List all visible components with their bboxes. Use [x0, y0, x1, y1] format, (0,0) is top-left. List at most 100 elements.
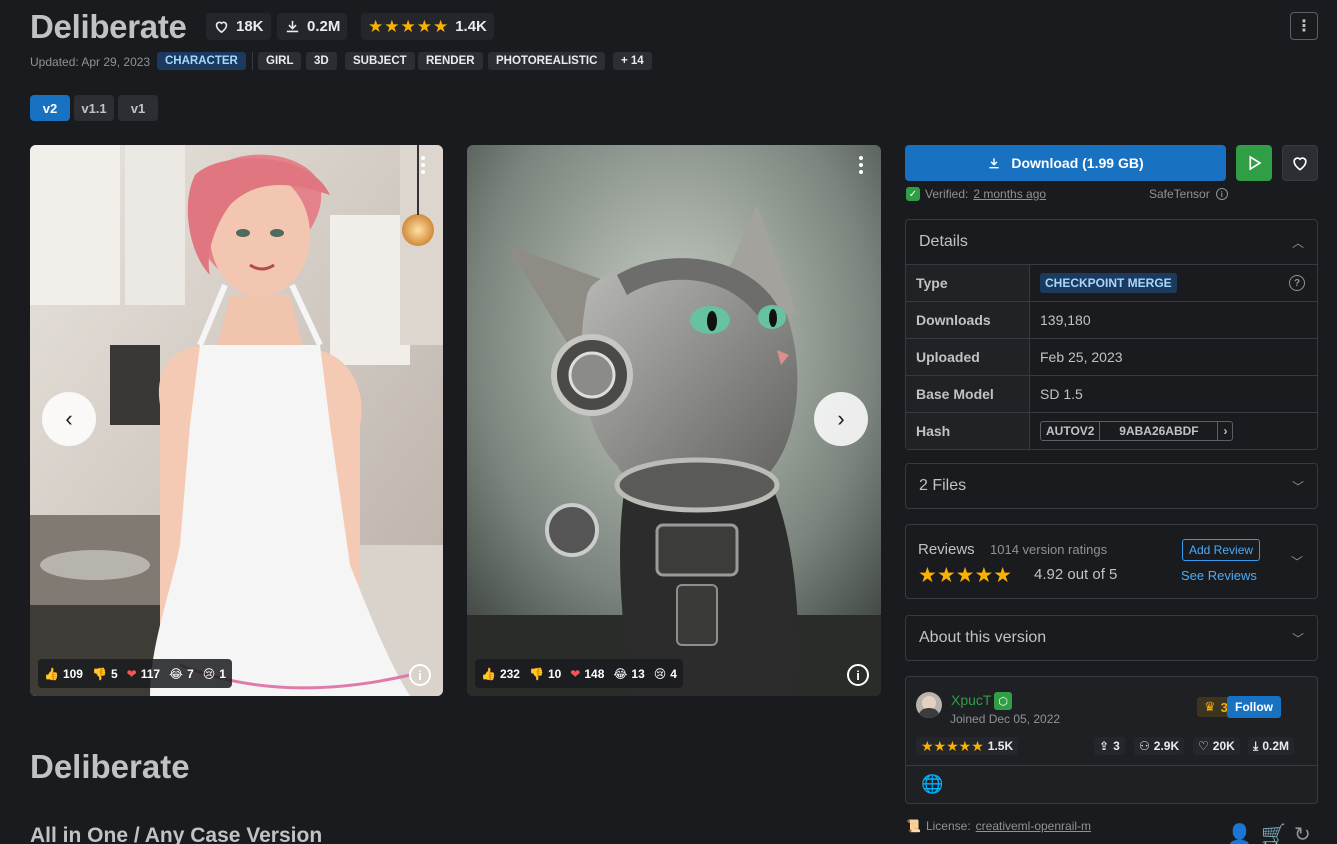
detail-row-base-model: Base Model SD 1.5 — [906, 375, 1317, 412]
next-image-button[interactable]: › — [814, 392, 868, 446]
image-card[interactable]: ‹ 👍 109 👎 5 ❤ 117 😂 7 😢 1 i — [30, 145, 443, 696]
creator-panel: XpucT ⬡ Joined Dec 05, 2022 ♛31 Follow ★… — [905, 676, 1318, 804]
heart-icon: ♡ — [1198, 739, 1209, 753]
scroll-icon: 📜 — [906, 819, 921, 833]
user-check-icon: 👤 — [1227, 824, 1252, 844]
dislike-reaction[interactable]: 👎 5 — [92, 667, 118, 681]
detail-row-type: Type CHECKPOINT MERGE ? — [906, 264, 1317, 301]
cry-reaction[interactable]: 😢 4 — [654, 667, 677, 681]
tag-divider — [252, 52, 253, 70]
image-menu-button[interactable] — [851, 153, 871, 177]
creator-downloads: ⤓ 0.2M — [1248, 737, 1294, 755]
crown-icon: ♛ — [1204, 699, 1216, 714]
detail-row-downloads: Downloads 139,180 — [906, 301, 1317, 338]
run-button[interactable] — [1236, 145, 1272, 181]
description-title: Deliberate — [30, 748, 190, 785]
description-subtitle: All in One / Any Case Version — [30, 824, 323, 844]
creator-uploads: ⇪ 3 — [1094, 737, 1125, 755]
thumbs-up-icon: 👍 — [44, 666, 59, 681]
laugh-reaction[interactable]: 😂 13 — [613, 667, 644, 681]
help-icon[interactable]: ? — [1289, 275, 1305, 291]
cry-reaction[interactable]: 😢 1 — [203, 667, 226, 681]
chevron-right-icon[interactable]: › — [1218, 422, 1232, 440]
more-options-button[interactable]: ⋮ — [1290, 12, 1318, 40]
reviews-score: 4.92 out of 5 — [1034, 566, 1118, 583]
heart-icon — [1293, 157, 1307, 171]
details-header[interactable]: Details ︿ — [906, 220, 1317, 264]
downloads-stat: 0.2M — [277, 13, 348, 40]
files-panel[interactable]: 2 Files ﹀ — [905, 463, 1318, 509]
add-review-button[interactable]: Add Review — [1182, 539, 1261, 561]
details-panel: Details ︿ Type CHECKPOINT MERGE ? Downlo… — [905, 219, 1318, 450]
star-rating-icon: ★★★★★ — [921, 737, 984, 754]
see-reviews-link[interactable]: See Reviews — [1181, 568, 1257, 583]
files-header[interactable]: 2 Files ﹀ — [906, 464, 1317, 508]
chevron-up-icon: ︿ — [1291, 235, 1304, 250]
download-icon — [989, 158, 1000, 169]
cry-icon: 😢 — [653, 666, 667, 681]
heart-icon: ❤ — [126, 666, 137, 681]
hash-value[interactable]: 9ABA26ABDF — [1100, 422, 1219, 440]
reviews-count: 1014 version ratings — [990, 542, 1108, 557]
play-icon — [1249, 155, 1262, 171]
download-button[interactable]: Download (1.99 GB) — [905, 145, 1226, 181]
heart-reaction[interactable]: ❤ 148 — [570, 667, 604, 681]
reviews-panel: Reviews 1014 version ratings ★★★★★ 4.92 … — [905, 524, 1318, 599]
creator-name[interactable]: XpucT — [951, 692, 991, 708]
updated-date: Updated: Apr 29, 2023 — [30, 55, 151, 69]
license-info: 📜 License: creativeml-openrail-m — [906, 819, 1092, 833]
tag[interactable]: PHOTOREALISTIC — [488, 52, 606, 70]
like-reaction[interactable]: 👍 232 — [481, 667, 520, 681]
laugh-icon: 😂 — [613, 666, 628, 681]
hash-type[interactable]: AUTOV2 — [1041, 422, 1101, 440]
detail-row-hash: Hash AUTOV2 9ABA26ABDF › — [906, 412, 1317, 449]
chevron-left-icon: ‹ — [65, 406, 73, 431]
image-menu-button[interactable] — [413, 153, 433, 177]
info-icon[interactable]: i — [1215, 188, 1228, 200]
tag-category[interactable]: CHARACTER — [157, 52, 246, 70]
like-reaction[interactable]: 👍 109 — [44, 667, 83, 681]
globe-icon[interactable]: 🌐 — [921, 774, 943, 795]
likes-stat[interactable]: 18K — [206, 13, 271, 40]
shield-check-icon: ✓ — [906, 187, 920, 201]
dislike-reaction[interactable]: 👎 10 — [529, 667, 561, 681]
download-icon — [286, 20, 299, 33]
tag[interactable]: RENDER — [418, 52, 483, 70]
creator-followers: ⚇ 2.9K — [1134, 737, 1185, 755]
verified-date-link[interactable]: 2 months ago — [973, 187, 1046, 201]
more-tags-button[interactable]: + 14 — [613, 52, 652, 70]
about-panel[interactable]: About this version ﹀ — [905, 615, 1318, 661]
version-tab-v1[interactable]: v1 — [118, 95, 158, 121]
tag[interactable]: GIRL — [258, 52, 302, 70]
thumbs-up-icon: 👍 — [481, 666, 496, 681]
image-info-icon[interactable]: i — [409, 664, 431, 686]
tag[interactable]: SUBJECT — [345, 52, 415, 70]
rating-count: 1.4K — [455, 18, 487, 35]
thumbs-down-icon: 👎 — [528, 666, 544, 681]
image-card[interactable]: › 👍 232 👎 10 ❤ 148 😂 13 😢 4 i — [467, 145, 881, 696]
rating-stat[interactable]: ★★★★★ 1.4K — [361, 13, 494, 40]
no-selling-icon: 🛒 — [1261, 824, 1286, 844]
users-icon: ⚇ — [1139, 739, 1150, 753]
laugh-reaction[interactable]: 😂 7 — [169, 667, 194, 681]
chevron-down-icon: ﹀ — [1291, 479, 1304, 494]
chevron-down-icon[interactable]: ﹀ — [1291, 553, 1303, 570]
favorite-button[interactable] — [1282, 145, 1318, 181]
avatar[interactable] — [916, 692, 942, 718]
model-title: Deliberate — [30, 8, 187, 45]
license-link[interactable]: creativeml-openrail-m — [976, 819, 1091, 833]
image-info-icon[interactable]: i — [847, 664, 869, 686]
creator-likes: ♡ 20K — [1193, 737, 1240, 755]
version-tab-v1-1[interactable]: v1.1 — [74, 95, 114, 121]
verified-status: ✓ Verified: 2 months ago — [906, 187, 1046, 201]
hash-selector[interactable]: AUTOV2 9ABA26ABDF › — [1040, 421, 1234, 441]
tag[interactable]: 3D — [306, 52, 337, 70]
heart-reaction[interactable]: ❤ 117 — [127, 667, 160, 681]
about-header[interactable]: About this version ﹀ — [906, 616, 1317, 660]
creator-divider — [906, 765, 1317, 766]
prev-image-button[interactable]: ‹ — [42, 392, 96, 446]
chevron-down-icon: ﹀ — [1291, 631, 1304, 646]
follow-button[interactable]: Follow — [1227, 696, 1281, 718]
star-rating-icon: ★★★★★ — [368, 16, 450, 36]
version-tab-v2[interactable]: v2 — [30, 95, 70, 121]
